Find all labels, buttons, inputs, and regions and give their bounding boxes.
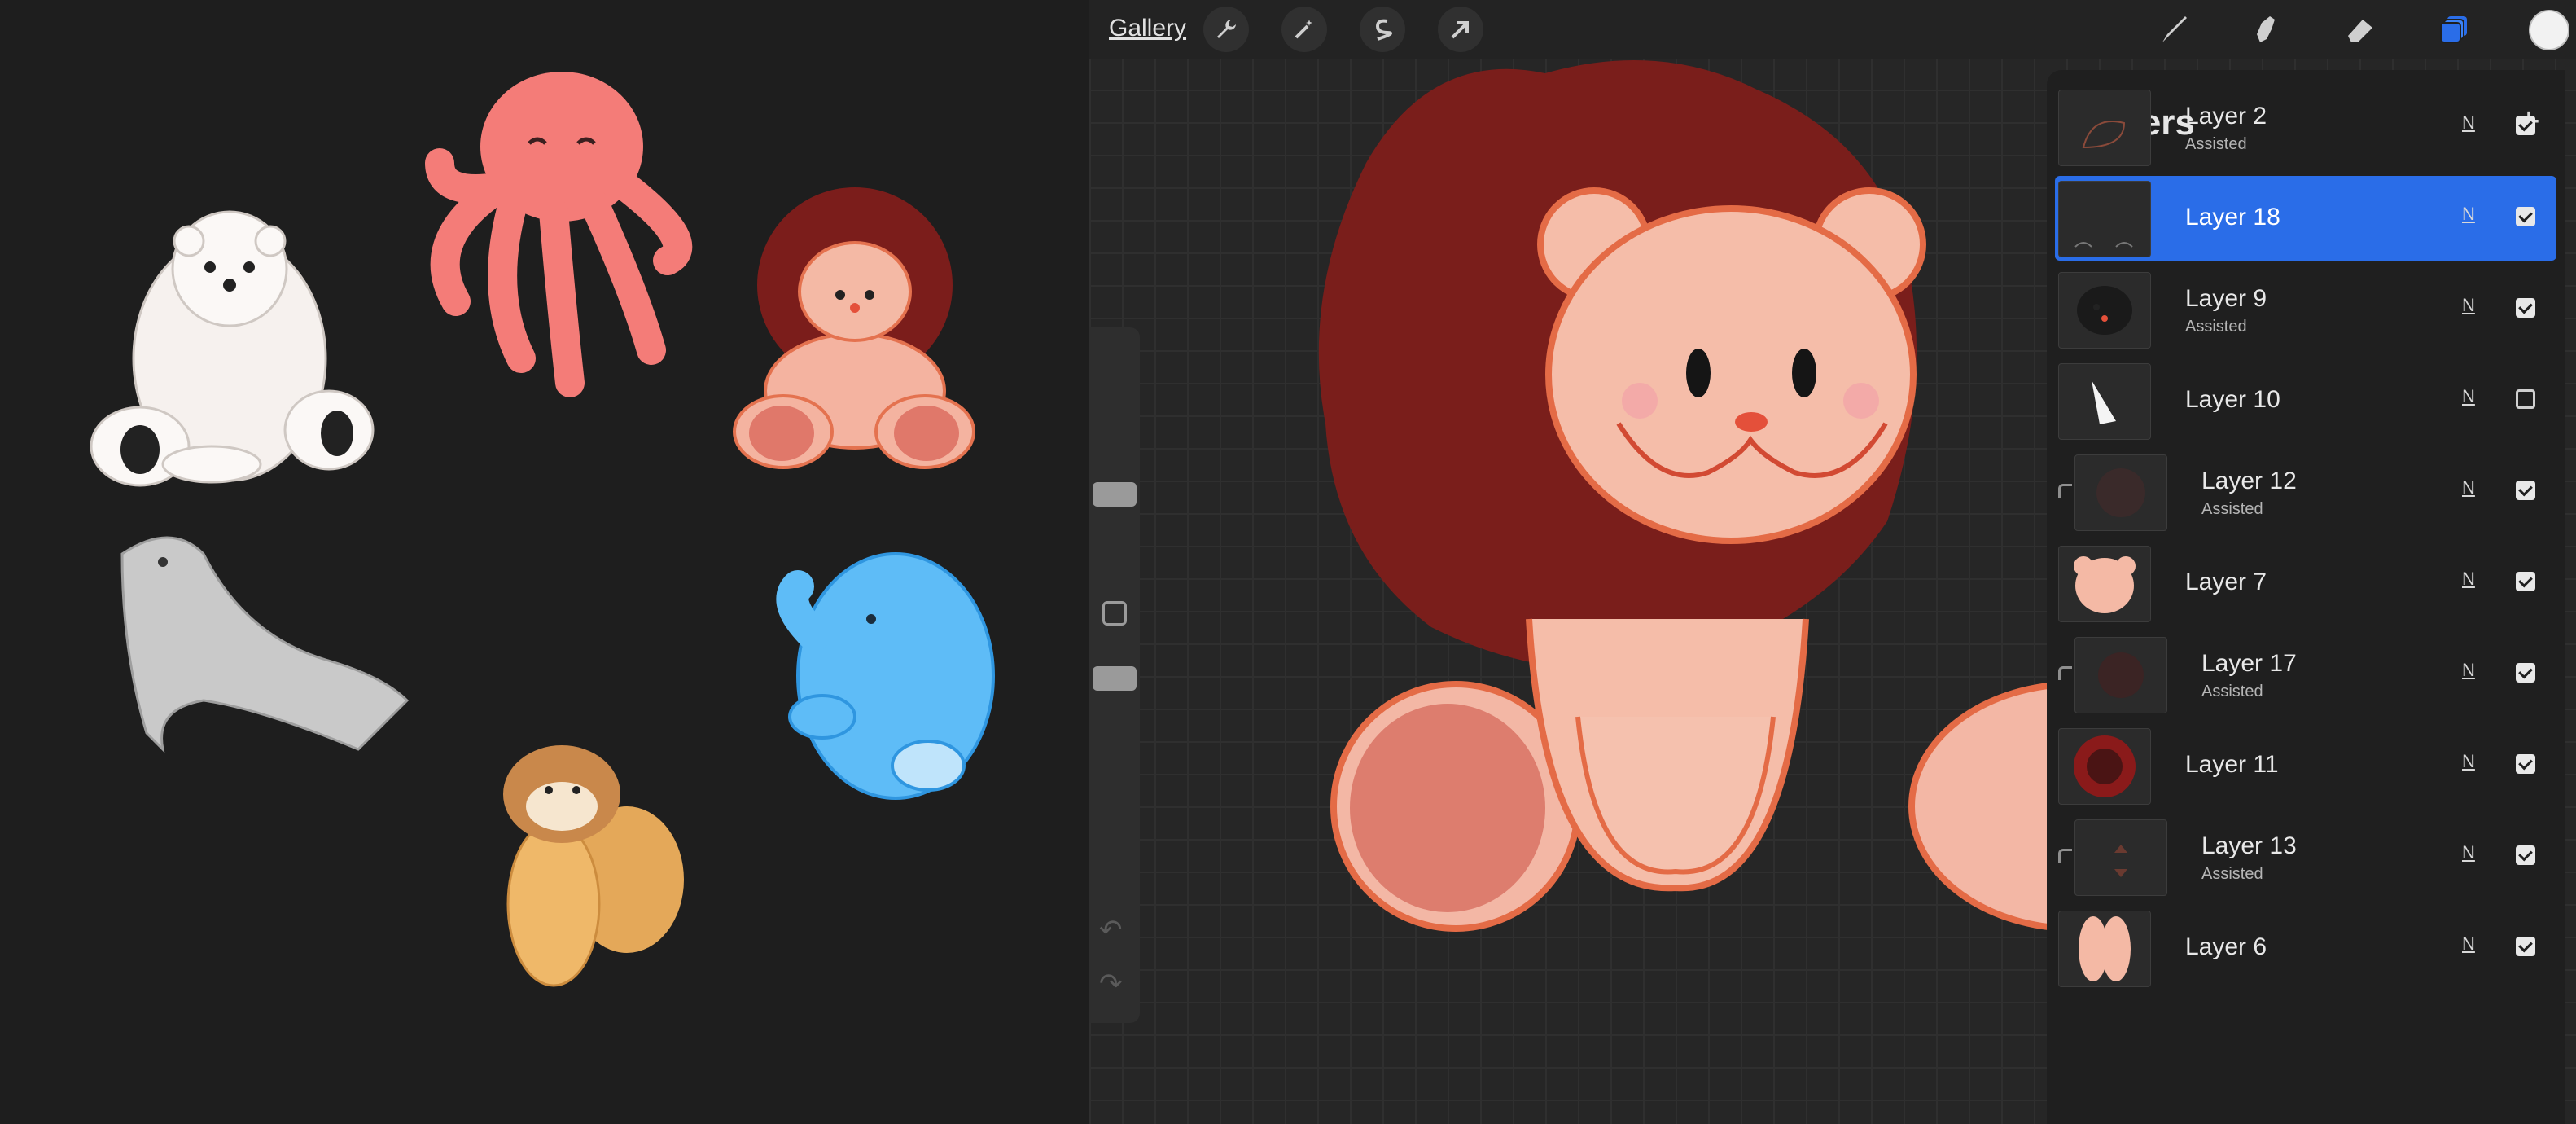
layer-subtitle: Assisted bbox=[2201, 683, 2263, 700]
reference-image bbox=[0, 0, 1089, 1124]
eraser-icon[interactable] bbox=[2337, 7, 2382, 52]
squirrel-illustration bbox=[503, 745, 684, 987]
layer-thumbnail bbox=[2058, 728, 2151, 805]
blend-mode-button[interactable]: N bbox=[2462, 477, 2475, 498]
blend-mode-button[interactable]: N bbox=[2462, 569, 2475, 590]
layer-name: Layer 13 bbox=[2201, 832, 2297, 859]
clipping-mask-indicator bbox=[2058, 484, 2072, 498]
blend-mode-button[interactable]: N bbox=[2462, 933, 2475, 955]
color-swatch[interactable] bbox=[2529, 10, 2569, 50]
layer-visibility-checkbox[interactable] bbox=[2516, 937, 2535, 956]
layer-visibility-checkbox[interactable] bbox=[2516, 389, 2535, 409]
smudge-icon[interactable] bbox=[2244, 7, 2289, 52]
layer-thumbnail bbox=[2074, 819, 2167, 896]
wrench-icon[interactable] bbox=[1203, 7, 1249, 52]
layer-row[interactable]: Layer 12 Assisted N bbox=[2055, 450, 2556, 534]
layer-row[interactable]: Layer 2 Assisted N bbox=[2055, 85, 2556, 169]
layer-thumbnail bbox=[2074, 454, 2167, 531]
layer-thumbnail bbox=[2058, 363, 2151, 440]
blend-mode-button[interactable]: N bbox=[2462, 295, 2475, 316]
magic-wand-icon[interactable] bbox=[1281, 7, 1327, 52]
layers-panel: Layers + Layer 2AssistedNLayer 18NLayer … bbox=[2047, 70, 2565, 1124]
layer-row[interactable]: Layer 13 Assisted N bbox=[2055, 814, 2556, 899]
seal-illustration bbox=[120, 536, 410, 753]
layer-name: Layer 17 bbox=[2201, 650, 2297, 677]
layer-thumbnail bbox=[2058, 911, 2151, 987]
layer-name: Layer 11 bbox=[2185, 751, 2279, 778]
elephant-illustration bbox=[776, 552, 995, 800]
layer-name: Layer 6 bbox=[2185, 933, 2267, 960]
layer-subtitle: Assisted bbox=[2185, 318, 2247, 336]
layer-name: Layer 12 bbox=[2201, 468, 2297, 494]
layer-name: Layer 7 bbox=[2185, 569, 2267, 595]
layers-icon[interactable] bbox=[2431, 7, 2477, 52]
layer-row[interactable]: Layer 10 N bbox=[2055, 358, 2556, 443]
gallery-button[interactable]: Gallery bbox=[1109, 15, 1186, 42]
layer-row[interactable]: Layer 11 N bbox=[2055, 723, 2556, 808]
blend-mode-button[interactable]: N bbox=[2462, 842, 2475, 863]
layer-thumbnail bbox=[2074, 637, 2167, 713]
layer-visibility-checkbox[interactable] bbox=[2516, 663, 2535, 683]
modify-button[interactable] bbox=[1102, 601, 1127, 626]
octopus-illustration bbox=[425, 72, 693, 397]
layer-row[interactable]: Layer 17 Assisted N bbox=[2055, 632, 2556, 717]
clipping-mask-indicator bbox=[2058, 849, 2072, 863]
blend-mode-button[interactable]: N bbox=[2462, 751, 2475, 772]
opacity-slider[interactable] bbox=[1093, 666, 1137, 691]
redo-icon[interactable]: ↷ bbox=[1099, 968, 1123, 1000]
blend-mode-button[interactable]: N bbox=[2462, 112, 2475, 134]
layer-thumbnail bbox=[2058, 546, 2151, 622]
selection-s-icon[interactable] bbox=[1360, 7, 1405, 52]
undo-icon[interactable]: ↶ bbox=[1099, 914, 1123, 946]
lion-illustration bbox=[733, 187, 975, 469]
blend-mode-button[interactable]: N bbox=[2462, 660, 2475, 681]
layer-visibility-checkbox[interactable] bbox=[2516, 207, 2535, 226]
top-toolbar: Gallery bbox=[1089, 0, 2576, 59]
layer-row[interactable]: Layer 9 Assisted N bbox=[2055, 267, 2556, 352]
layer-visibility-checkbox[interactable] bbox=[2516, 845, 2535, 865]
blend-mode-button[interactable]: N bbox=[2462, 204, 2475, 225]
layer-name: Layer 10 bbox=[2185, 386, 2280, 413]
polar-bear-illustration bbox=[90, 210, 375, 487]
layer-visibility-checkbox[interactable] bbox=[2516, 298, 2535, 318]
brush-size-slider[interactable] bbox=[1093, 482, 1137, 507]
layer-thumbnail bbox=[2058, 272, 2151, 349]
layer-subtitle: Assisted bbox=[2185, 135, 2247, 153]
tool-sidebar: ↶ ↷ bbox=[1089, 327, 1140, 1023]
layer-visibility-checkbox[interactable] bbox=[2516, 754, 2535, 774]
layer-thumbnail bbox=[2058, 90, 2151, 166]
transform-arrow-icon[interactable] bbox=[1438, 7, 1483, 52]
layer-row[interactable]: Layer 7 N bbox=[2055, 541, 2556, 626]
layer-row[interactable]: Layer 18 N bbox=[2055, 176, 2556, 261]
layer-name: Layer 18 bbox=[2185, 204, 2280, 231]
layer-name: Layer 2 bbox=[2185, 103, 2267, 130]
layer-visibility-checkbox[interactable] bbox=[2516, 481, 2535, 500]
layer-row[interactable]: Layer 6 N bbox=[2055, 906, 2556, 990]
layer-thumbnail bbox=[2058, 181, 2151, 257]
brush-icon[interactable] bbox=[2151, 7, 2197, 52]
layer-subtitle: Assisted bbox=[2201, 500, 2263, 518]
blend-mode-button[interactable]: N bbox=[2462, 386, 2475, 407]
layer-subtitle: Assisted bbox=[2201, 865, 2263, 883]
layer-name: Layer 9 bbox=[2185, 285, 2267, 312]
layer-visibility-checkbox[interactable] bbox=[2516, 116, 2535, 135]
clipping-mask-indicator bbox=[2058, 666, 2072, 680]
layer-visibility-checkbox[interactable] bbox=[2516, 572, 2535, 591]
